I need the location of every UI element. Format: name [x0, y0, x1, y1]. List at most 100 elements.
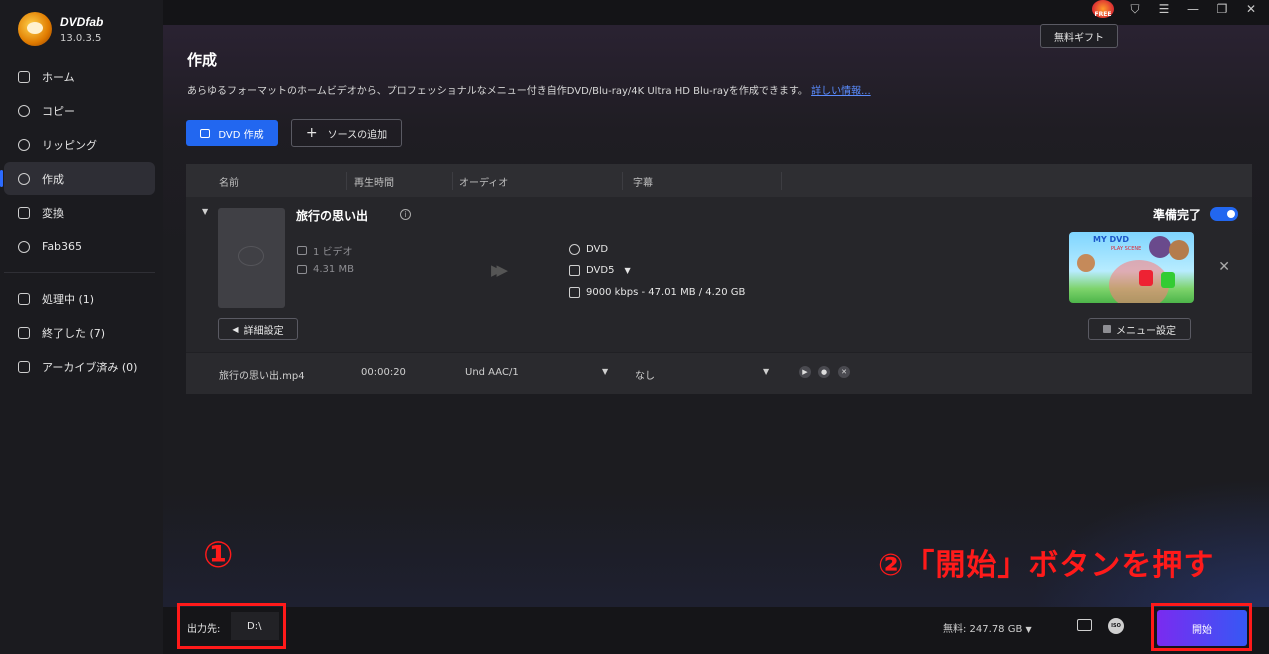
disc-icon	[569, 244, 580, 255]
home-icon	[18, 70, 30, 83]
bitrate-info: 9000 kbps - 47.01 MB / 4.20 GB	[569, 287, 745, 298]
sidebar-item-converter[interactable]: 変換	[4, 196, 155, 229]
disc-placeholder-icon	[238, 246, 264, 266]
converter-icon	[18, 206, 30, 219]
sidebar-nav: ホーム コピー リッピング 作成 変換 Fab365 処理中 (1) 終了した …	[0, 60, 155, 384]
creator-icon	[18, 172, 30, 185]
close-icon[interactable]: ✕	[838, 366, 850, 378]
processing-icon	[18, 292, 30, 305]
free-space-select[interactable]: 無料: 247.78 GB ▼	[943, 620, 1032, 635]
sidebar-item-copy[interactable]: コピー	[4, 94, 155, 127]
sidebar-item-creator[interactable]: 作成	[0, 162, 155, 195]
annotation-step2: ②「開始」ボタンを押す	[878, 548, 1215, 583]
close-icon[interactable]: ✕	[1243, 1, 1259, 17]
minimize-icon[interactable]: —	[1185, 1, 1201, 17]
video-thumbnail	[218, 208, 285, 308]
file-size-icon	[297, 265, 307, 274]
settings-icon: ◀	[232, 324, 239, 334]
bottom-bar: 出力先: D:\ 無料: 247.78 GB ▼ ISO 開始	[163, 607, 1269, 654]
column-header-subtitle: 字幕	[633, 178, 653, 189]
source-panel: 名前 再生時間 オーディオ 字幕 ▼ 旅行の思い出 i 1 ビデオ 4.31 M…	[186, 164, 1252, 394]
main-content: 作成 あらゆるフォーマットのホームビデオから、プロフェッショナルなメニュー付き自…	[163, 24, 1269, 607]
sidebar-item-finished[interactable]: 終了した (7)	[4, 316, 155, 349]
free-badge-icon[interactable]: FREE	[1092, 0, 1114, 18]
sidebar-item-label: 終了した (7)	[42, 326, 106, 340]
advanced-settings-button[interactable]: ◀ 詳細設定	[218, 318, 298, 340]
file-row: 旅行の思い出.mp4 00:00:20 Und AAC/1 ▼ なし ▼ ▶ ●…	[186, 352, 1252, 394]
ripper-icon	[18, 138, 30, 151]
sidebar-item-label: Fab365	[42, 240, 83, 253]
video-title[interactable]: 旅行の思い出	[296, 207, 368, 224]
chevron-down-icon: ▼	[1025, 625, 1032, 634]
details-link[interactable]: 詳しい情報...	[811, 86, 871, 97]
sidebar-item-label: 作成	[42, 172, 64, 186]
copy-icon	[18, 104, 30, 117]
column-header-audio: オーディオ	[459, 178, 509, 189]
dvdfab-logo-icon	[18, 12, 52, 46]
dvd-icon	[200, 128, 211, 138]
video-icon	[297, 246, 307, 255]
shirt-icon[interactable]: ⛉	[1127, 1, 1143, 17]
ready-toggle[interactable]	[1210, 207, 1238, 221]
archive-icon	[18, 360, 30, 373]
ready-status-label: 準備完了	[1152, 208, 1201, 222]
iso-icon[interactable]: ISO	[1108, 618, 1124, 634]
output-format: DVD	[569, 244, 608, 255]
play-icon[interactable]: ▶	[799, 366, 811, 378]
source-item: ▼ 旅行の思い出 i 1 ビデオ 4.31 MB ▶▶ DVD DVD5 ▼ 9…	[186, 197, 1252, 352]
subtitle-chevron-down-icon[interactable]: ▼	[763, 367, 769, 376]
sidebar-item-fab365[interactable]: Fab365	[4, 230, 155, 263]
info-icon[interactable]: i	[400, 209, 411, 220]
disc-type-icon	[569, 265, 580, 276]
sidebar-item-label: ホーム	[42, 70, 75, 84]
chevron-down-icon: ▼	[624, 266, 631, 275]
window-controls: FREE ⛉ ☰ — ❐ ✕	[1092, 0, 1259, 18]
column-header-name: 名前	[219, 178, 239, 189]
annotation-step1: ①	[203, 535, 234, 576]
menu-icon	[1103, 325, 1111, 333]
plus-icon: +	[305, 125, 318, 141]
sidebar-item-label: コピー	[42, 104, 75, 118]
subtitle-select[interactable]: なし	[635, 367, 655, 382]
file-duration: 00:00:20	[361, 367, 406, 378]
app-name: DVDfab	[60, 14, 104, 29]
annotation-highlight-output	[177, 603, 286, 649]
page-description: あらゆるフォーマットのホームビデオから、プロフェッショナルなメニュー付き自作DV…	[187, 86, 871, 97]
video-count: 1 ビデオ	[297, 243, 353, 258]
sidebar-item-processing[interactable]: 処理中 (1)	[4, 282, 155, 315]
remove-source-icon[interactable]: ✕	[1218, 259, 1230, 275]
app-version: 13.0.3.5	[60, 32, 102, 44]
dvd-create-button[interactable]: DVD 作成	[186, 120, 278, 146]
menu-settings-button[interactable]: メニュー設定	[1088, 318, 1191, 340]
search-icon[interactable]: ●	[818, 366, 830, 378]
sidebar-item-label: アーカイブ済み (0)	[42, 360, 138, 374]
annotation-highlight-start	[1151, 603, 1252, 651]
sidebar-item-home[interactable]: ホーム	[4, 60, 155, 93]
title-bar: FREE ⛉ ☰ — ❐ ✕	[163, 0, 1269, 25]
menu-icon[interactable]: ☰	[1156, 1, 1172, 17]
page-title: 作成	[187, 51, 218, 69]
sidebar-item-label: リッピング	[42, 138, 97, 152]
sidebar-item-archived[interactable]: アーカイブ済み (0)	[4, 350, 155, 383]
file-name: 旅行の思い出.mp4	[219, 371, 305, 382]
convert-arrow-icon: ▶▶	[491, 261, 508, 279]
video-size: 4.31 MB	[297, 264, 354, 275]
fab365-icon	[18, 240, 30, 253]
finished-icon	[18, 326, 30, 339]
brand: DVDfab 13.0.3.5	[18, 12, 103, 46]
sidebar-item-ripper[interactable]: リッピング	[4, 128, 155, 161]
menu-preview-thumbnail[interactable]: MY DVD PLAY SCENE	[1069, 232, 1194, 303]
disc-type-select[interactable]: DVD5 ▼	[569, 265, 631, 276]
bitrate-icon	[569, 287, 580, 298]
free-gift-button[interactable]: 無料ギフト	[1040, 24, 1118, 48]
sidebar-item-label: 処理中 (1)	[42, 292, 95, 306]
folder-icon[interactable]	[1077, 619, 1092, 631]
table-header: 名前 再生時間 オーディオ 字幕	[186, 164, 1252, 197]
add-source-button[interactable]: + ソースの追加	[291, 119, 402, 147]
collapse-caret-icon[interactable]: ▼	[202, 207, 208, 216]
audio-select[interactable]: Und AAC/1	[465, 367, 519, 378]
audio-chevron-down-icon[interactable]: ▼	[602, 367, 608, 376]
sidebar: DVDfab 13.0.3.5 ホーム コピー リッピング 作成 変換 Fab3…	[0, 0, 163, 654]
restore-icon[interactable]: ❐	[1214, 1, 1230, 17]
sidebar-item-label: 変換	[42, 206, 64, 220]
